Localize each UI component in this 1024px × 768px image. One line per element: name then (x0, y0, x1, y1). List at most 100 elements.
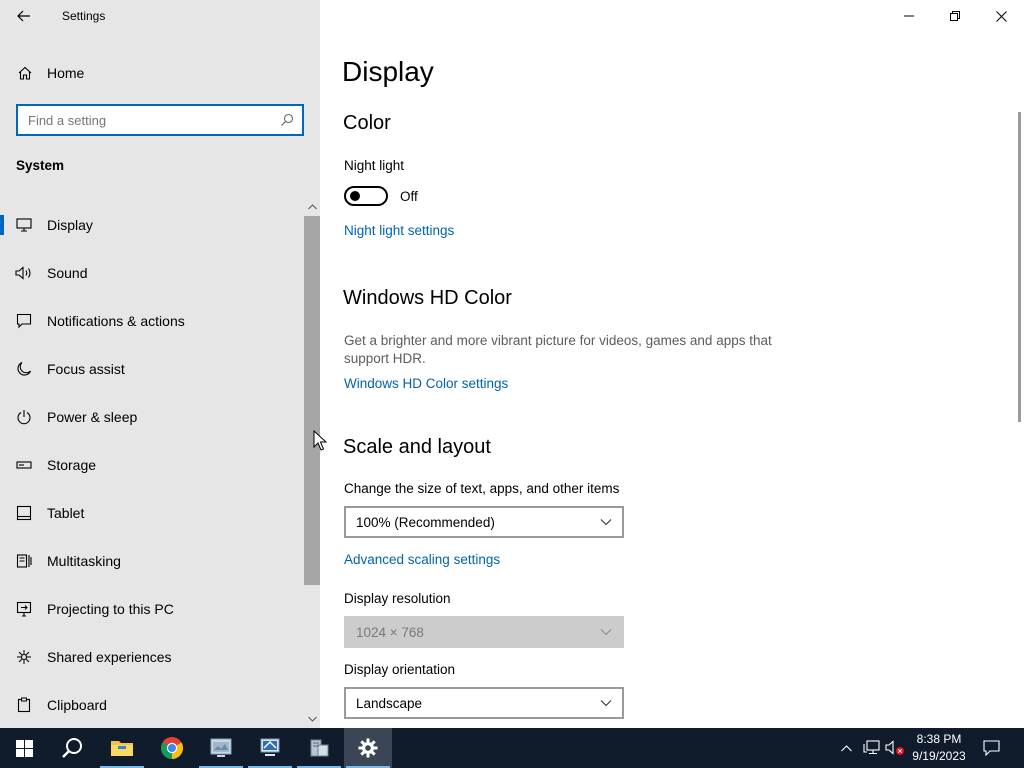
home-label: Home (47, 65, 85, 81)
taskbar-app-2[interactable] (246, 728, 294, 768)
sidebar-home[interactable]: Home (0, 56, 320, 90)
sidebar-scrollbar[interactable] (304, 200, 320, 728)
hd-color-description: Get a brighter and more vibrant picture … (344, 333, 772, 366)
chevron-down-icon (600, 519, 612, 526)
main-scrollbar[interactable] (1018, 112, 1021, 422)
resolution-label: Display resolution (344, 591, 451, 606)
sidebar-item-label: Notifications & actions (47, 313, 185, 329)
storage-icon (15, 456, 33, 474)
tray-volume[interactable] (884, 728, 906, 768)
taskbar-settings[interactable] (344, 728, 392, 768)
sidebar-item-label: Projecting to this PC (47, 601, 174, 617)
hd-color-heading: Windows HD Color (343, 287, 512, 309)
scale-layout-heading: Scale and layout (343, 436, 491, 458)
orientation-label: Display orientation (344, 662, 456, 677)
taskbar-clock[interactable]: 8:38 PM 9/19/2023 (904, 731, 974, 765)
scale-dropdown[interactable]: 100% (Recommended) (344, 506, 624, 538)
scrollbar-thumb[interactable] (304, 216, 320, 585)
speaker-muted-icon (885, 740, 904, 755)
page-title: Display (342, 56, 434, 87)
taskbar-app-1[interactable] (197, 728, 245, 768)
sidebar-item-notifications[interactable]: Notifications & actions (0, 297, 303, 345)
close-button[interactable] (978, 0, 1024, 32)
chevron-up-icon (840, 744, 852, 751)
night-light-settings-link[interactable]: Night light settings (344, 223, 454, 238)
sidebar-item-label: Multitasking (47, 553, 121, 569)
sidebar-item-storage[interactable]: Storage (0, 441, 303, 489)
power-icon (15, 408, 33, 426)
app-title: Settings (62, 9, 106, 23)
multitasking-icon (15, 552, 33, 570)
resolution-dropdown[interactable]: 1024 × 768 (344, 616, 624, 648)
restore-button[interactable] (932, 0, 978, 32)
speaker-icon (15, 264, 33, 282)
sidebar-item-multitasking[interactable]: Multitasking (0, 537, 303, 585)
main-content: Display Color Night light Off Night ligh… (320, 0, 1024, 728)
tray-network[interactable] (860, 728, 884, 768)
scroll-up-icon[interactable] (307, 202, 317, 212)
sidebar-item-label: Power & sleep (47, 409, 138, 425)
back-button[interactable] (8, 4, 40, 28)
share-icon (15, 648, 33, 666)
taskbar: 8:38 PM 9/19/2023 (0, 728, 1024, 768)
chevron-down-icon (600, 700, 612, 707)
sidebar-item-label: Display (47, 217, 93, 233)
clipboard-icon (15, 696, 33, 714)
sidebar-item-label: Storage (47, 457, 97, 473)
minimize-button[interactable] (886, 0, 932, 32)
sidebar-item-label: Clipboard (47, 697, 107, 713)
search-icon (281, 113, 294, 126)
window-controls (886, 0, 1024, 32)
gear-icon (358, 738, 378, 758)
search-icon (62, 738, 82, 758)
search-input[interactable] (18, 106, 268, 134)
network-icon (863, 740, 880, 755)
sidebar-item-sound[interactable]: Sound (0, 249, 303, 297)
sidebar-item-label: Focus assist (47, 361, 125, 377)
start-button[interactable] (0, 728, 48, 768)
folder-icon (111, 741, 133, 756)
clock-date: 9/19/2023 (912, 749, 966, 763)
night-light-label: Night light (344, 158, 405, 173)
taskbar-file-explorer[interactable] (98, 728, 146, 768)
taskbar-chrome[interactable] (148, 728, 196, 768)
restore-icon (950, 11, 960, 21)
color-heading: Color (343, 112, 391, 134)
advanced-scaling-link[interactable]: Advanced scaling settings (344, 552, 500, 567)
tray-overflow-button[interactable] (836, 728, 856, 768)
close-icon (995, 10, 1007, 22)
sidebar-item-power-sleep[interactable]: Power & sleep (0, 393, 303, 441)
sidebar-item-clipboard[interactable]: Clipboard (0, 681, 303, 728)
sidebar-item-display[interactable]: Display (0, 201, 303, 249)
orientation-dropdown[interactable]: Landscape (344, 687, 624, 719)
night-light-toggle[interactable] (344, 186, 388, 206)
clock-time: 8:38 PM (916, 732, 962, 746)
minimize-icon (904, 15, 914, 17)
resolution-value: 1024 × 768 (356, 625, 424, 640)
taskbar-app-3[interactable] (295, 728, 343, 768)
orientation-value: Landscape (356, 696, 423, 711)
sidebar-item-focus-assist[interactable]: Focus assist (0, 345, 303, 393)
notification-icon (15, 312, 33, 330)
scroll-down-icon[interactable] (307, 714, 317, 724)
chevron-down-icon (600, 629, 612, 636)
sidebar-item-label: Sound (47, 265, 88, 281)
night-light-state: Off (400, 189, 418, 204)
back-arrow-icon (17, 10, 30, 22)
sidebar-item-shared-experiences[interactable]: Shared experiences (0, 633, 303, 681)
sidebar-item-projecting[interactable]: Projecting to this PC (0, 585, 303, 633)
hd-color-settings-link[interactable]: Windows HD Color settings (344, 376, 508, 391)
tablet-icon (15, 504, 33, 522)
scale-value: 100% (Recommended) (356, 515, 495, 530)
sidebar-item-tablet[interactable]: Tablet (0, 489, 303, 537)
action-center-button[interactable] (976, 728, 1006, 768)
search-button[interactable] (48, 728, 96, 768)
sidebar: Settings Home System Display Sound Notif… (0, 0, 320, 728)
section-title: System (16, 158, 65, 173)
chrome-icon (161, 737, 183, 759)
search-box[interactable] (16, 104, 304, 136)
mouse-cursor-icon (313, 430, 327, 451)
remote-desktop-icon (260, 738, 280, 756)
size-label: Change the size of text, apps, and other… (344, 481, 620, 496)
sidebar-item-label: Shared experiences (47, 649, 172, 665)
